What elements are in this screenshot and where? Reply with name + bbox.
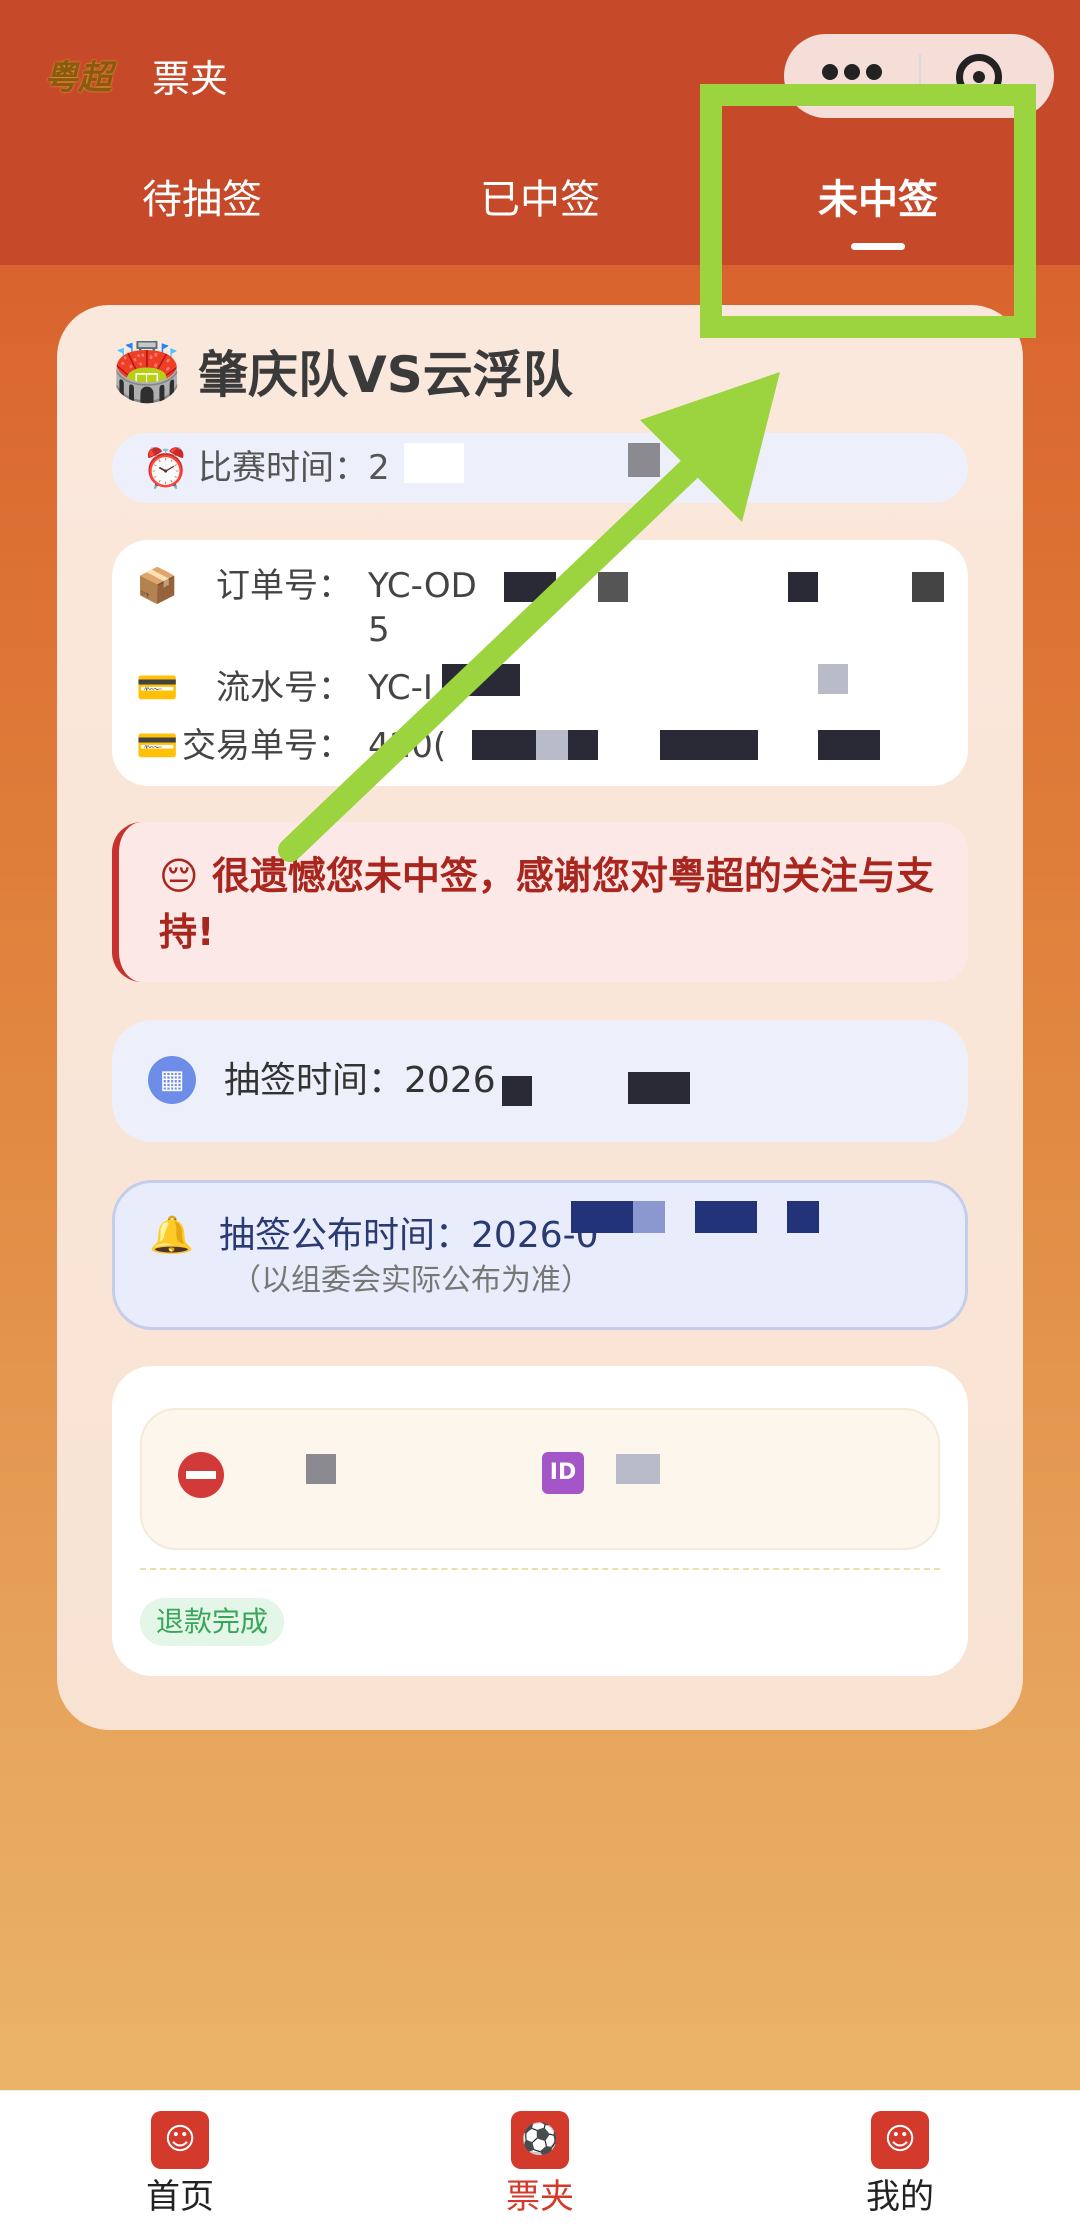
- bottom-tab-bar: ☺ 首页 ⚽ 票夹 ☺ 我的: [0, 2090, 1080, 2229]
- lion-dance-icon: ☺: [151, 2111, 209, 2169]
- lion-dance-icon: ☺: [871, 2111, 929, 2169]
- nav-mine-label: 我的: [866, 2177, 934, 2217]
- nav-home-label: 首页: [146, 2177, 214, 2217]
- nav-tickets[interactable]: ⚽ 票夹: [480, 2111, 600, 2219]
- annotation-arrow-icon: [278, 372, 780, 862]
- nav-mine[interactable]: ☺ 我的: [840, 2111, 960, 2219]
- nav-home[interactable]: ☺ 首页: [120, 2111, 240, 2219]
- nav-tickets-label: 票夹: [506, 2177, 574, 2217]
- arrow-shaft: [278, 428, 732, 862]
- ticket-wallet-icon: ⚽: [511, 2111, 569, 2169]
